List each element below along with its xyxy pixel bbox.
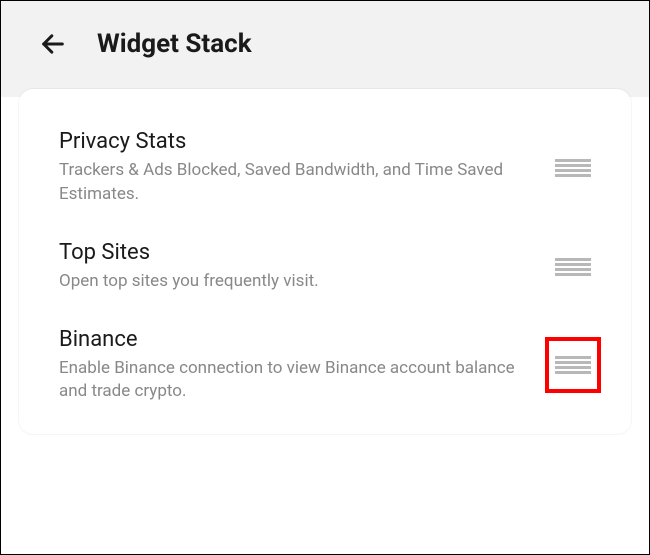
widget-text: Top Sites Open top sites you frequently … — [59, 240, 545, 294]
widget-description: Enable Binance connection to view Binanc… — [59, 357, 515, 405]
page-title: Widget Stack — [97, 29, 252, 59]
widget-item-binance: Binance Enable Binance connection to vie… — [59, 327, 601, 405]
widget-title: Privacy Stats — [59, 129, 515, 154]
header: Widget Stack — [1, 1, 649, 97]
drag-handle-icon[interactable] — [555, 356, 591, 374]
widget-title: Top Sites — [59, 240, 515, 265]
drag-handle-wrapper — [545, 140, 601, 196]
drag-handle-icon[interactable] — [555, 159, 591, 177]
widget-description: Open top sites you frequently visit. — [59, 270, 515, 294]
widget-list-card: Privacy Stats Trackers & Ads Blocked, Sa… — [19, 89, 631, 434]
widget-item-top-sites: Top Sites Open top sites you frequently … — [59, 239, 601, 295]
widget-item-privacy-stats: Privacy Stats Trackers & Ads Blocked, Sa… — [59, 129, 601, 207]
widget-text: Binance Enable Binance connection to vie… — [59, 327, 545, 405]
widget-title: Binance — [59, 327, 515, 352]
drag-handle-wrapper — [545, 239, 601, 295]
widget-text: Privacy Stats Trackers & Ads Blocked, Sa… — [59, 129, 545, 207]
drag-handle-icon[interactable] — [555, 258, 591, 276]
drag-handle-wrapper-highlighted — [545, 337, 601, 393]
widget-description: Trackers & Ads Blocked, Saved Bandwidth,… — [59, 159, 515, 207]
back-arrow-icon[interactable] — [39, 30, 67, 58]
